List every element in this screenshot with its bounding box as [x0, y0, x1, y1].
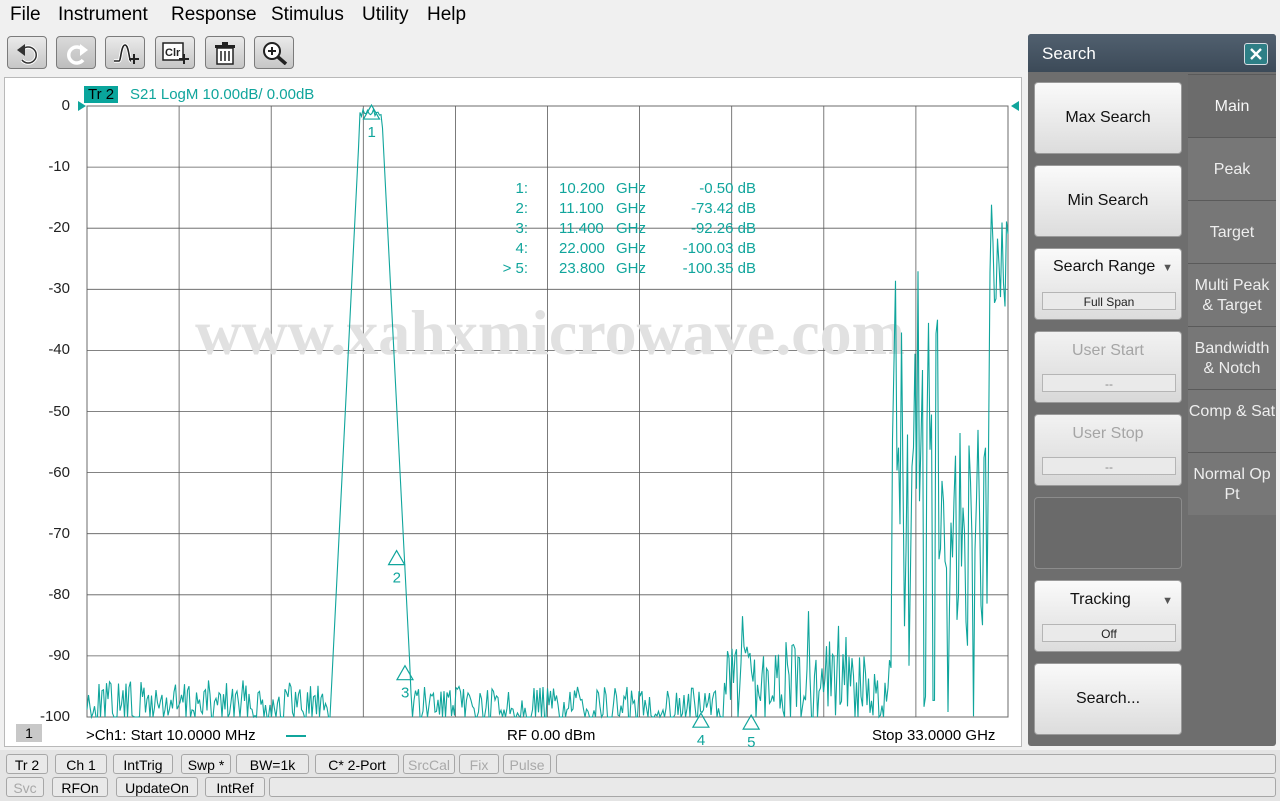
marker-label: 2: [393, 570, 401, 587]
marker-readout-cell: 4:: [515, 240, 528, 257]
y-tick-label: -20: [48, 219, 70, 237]
channel-number: 1: [16, 724, 42, 742]
tab-normal-op-pt[interactable]: Normal Op Pt: [1188, 452, 1276, 515]
tab-target[interactable]: Target: [1188, 200, 1276, 263]
watermark-text: www.xahxmicrowave.com: [195, 297, 905, 368]
trace-title: S21 LogM 10.00dB/ 0.00dB: [130, 86, 315, 103]
status-bandwidth[interactable]: BW=1k: [236, 754, 309, 774]
trace-tab[interactable]: Tr 2: [84, 86, 119, 103]
tab-multi-peak-target[interactable]: Multi Peak & Target: [1188, 263, 1276, 326]
y-tick-label: -60: [48, 463, 70, 481]
status-pulse[interactable]: Pulse: [503, 754, 551, 774]
user-stop-value: --: [1042, 457, 1176, 475]
status-rf-on[interactable]: RFOn: [52, 777, 108, 797]
y-tick-label: -90: [48, 646, 70, 664]
marker-readout-cell: -100.03 dB: [682, 240, 756, 257]
user-start-value: --: [1042, 374, 1176, 392]
tab-main[interactable]: Main: [1188, 74, 1276, 137]
status-channel[interactable]: Ch 1: [55, 754, 107, 774]
status-calibration[interactable]: C* 2-Port: [315, 754, 399, 774]
y-tick-label: -30: [48, 280, 70, 298]
dropdown-arrow-icon: ▼: [1162, 595, 1173, 607]
marker-readout-cell: > 5:: [502, 260, 528, 277]
status-trigger[interactable]: IntTrig: [113, 754, 173, 774]
status-message-field: [556, 754, 1276, 774]
marker-readout-cell: 1:: [515, 180, 528, 197]
marker-readout-cell: 23.800: [559, 260, 605, 277]
user-start-button[interactable]: User Start --: [1034, 331, 1182, 403]
search-range-button[interactable]: Search Range ▼ Full Span: [1034, 248, 1182, 320]
search-dialog-button[interactable]: Search...: [1034, 663, 1182, 735]
max-search-button[interactable]: Max Search: [1034, 82, 1182, 154]
marker-readout-cell: -73.42 dB: [690, 200, 756, 217]
marker-label: 4: [697, 732, 705, 749]
tab-peak[interactable]: Peak: [1188, 137, 1276, 200]
dropdown-arrow-icon: ▼: [1162, 262, 1173, 274]
trace-plot[interactable]: www.xahxmicrowave.com 1 2 3 4 5: [0, 0, 1030, 750]
marker-triangle[interactable]: [387, 549, 406, 566]
marker-triangle[interactable]: [691, 711, 710, 728]
min-search-button[interactable]: Min Search: [1034, 165, 1182, 237]
marker-label: 3: [401, 685, 409, 702]
marker-readout-cell: GHz: [616, 200, 646, 217]
marker-readout-cell: 10.200: [559, 180, 605, 197]
y-tick-label: -10: [48, 158, 70, 176]
status-trace[interactable]: Tr 2: [6, 754, 48, 774]
y-tick-label: -50: [48, 402, 70, 420]
marker-label: 5: [747, 734, 755, 750]
tab-bandwidth-notch[interactable]: Bandwidth & Notch: [1188, 326, 1276, 389]
status-sweep[interactable]: Swp *: [181, 754, 231, 774]
empty-button-slot: [1034, 497, 1182, 569]
search-panel-header: Search: [1028, 34, 1276, 72]
close-icon: [1250, 48, 1262, 60]
marker-readout-cell: -0.50 dB: [699, 180, 756, 197]
marker-readout-cell: GHz: [616, 240, 646, 257]
status-int-ref[interactable]: IntRef: [205, 777, 265, 797]
search-range-value: Full Span: [1042, 292, 1176, 310]
status-fix[interactable]: Fix: [459, 754, 499, 774]
status-message-field-2: [269, 777, 1276, 797]
rf-power[interactable]: RF 0.00 dBm: [507, 727, 595, 744]
close-button[interactable]: [1244, 43, 1268, 65]
user-stop-button[interactable]: User Stop --: [1034, 414, 1182, 486]
ref-arrow-right: [1011, 101, 1019, 111]
marker-readout-cell: -100.35 dB: [682, 260, 756, 277]
marker-readout-cell: GHz: [616, 220, 646, 237]
plot-grid: [86, 105, 1009, 718]
marker-readout-cell: 22.000: [559, 240, 605, 257]
stop-frequency[interactable]: Stop 33.0000 GHz: [872, 727, 995, 744]
status-service[interactable]: Svc: [6, 777, 44, 797]
tracking-button[interactable]: Tracking ▼ Off: [1034, 580, 1182, 652]
trace-legend-line: [286, 735, 306, 737]
tab-comp-sat[interactable]: Comp & Sat: [1188, 389, 1276, 452]
y-tick-label: -80: [48, 585, 70, 603]
marker-readout-cell: GHz: [616, 260, 646, 277]
start-frequency[interactable]: >Ch1: Start 10.0000 MHz: [86, 727, 256, 744]
search-panel: Search Max Search Min Search Search Rang…: [1028, 34, 1276, 746]
marker-readout-cell: 11.400: [559, 220, 604, 237]
y-tick-label: -70: [48, 524, 70, 542]
marker-readout-cell: 2:: [515, 200, 528, 217]
marker-readout-cell: 3:: [515, 220, 528, 237]
marker-readout-cell: GHz: [616, 180, 646, 197]
status-update-on[interactable]: UpdateOn: [116, 777, 198, 797]
status-srccal[interactable]: SrcCal: [403, 754, 455, 774]
y-tick-label: 0: [61, 97, 70, 114]
search-panel-title: Search: [1042, 44, 1096, 63]
y-tick-label: -100: [39, 708, 70, 725]
marker-readout-cell: 11.100: [559, 200, 604, 217]
marker-label: 1: [367, 124, 375, 141]
tracking-value: Off: [1042, 624, 1176, 642]
marker-readout-cell: -92.26 dB: [690, 220, 756, 237]
y-tick-label: -40: [48, 341, 70, 359]
